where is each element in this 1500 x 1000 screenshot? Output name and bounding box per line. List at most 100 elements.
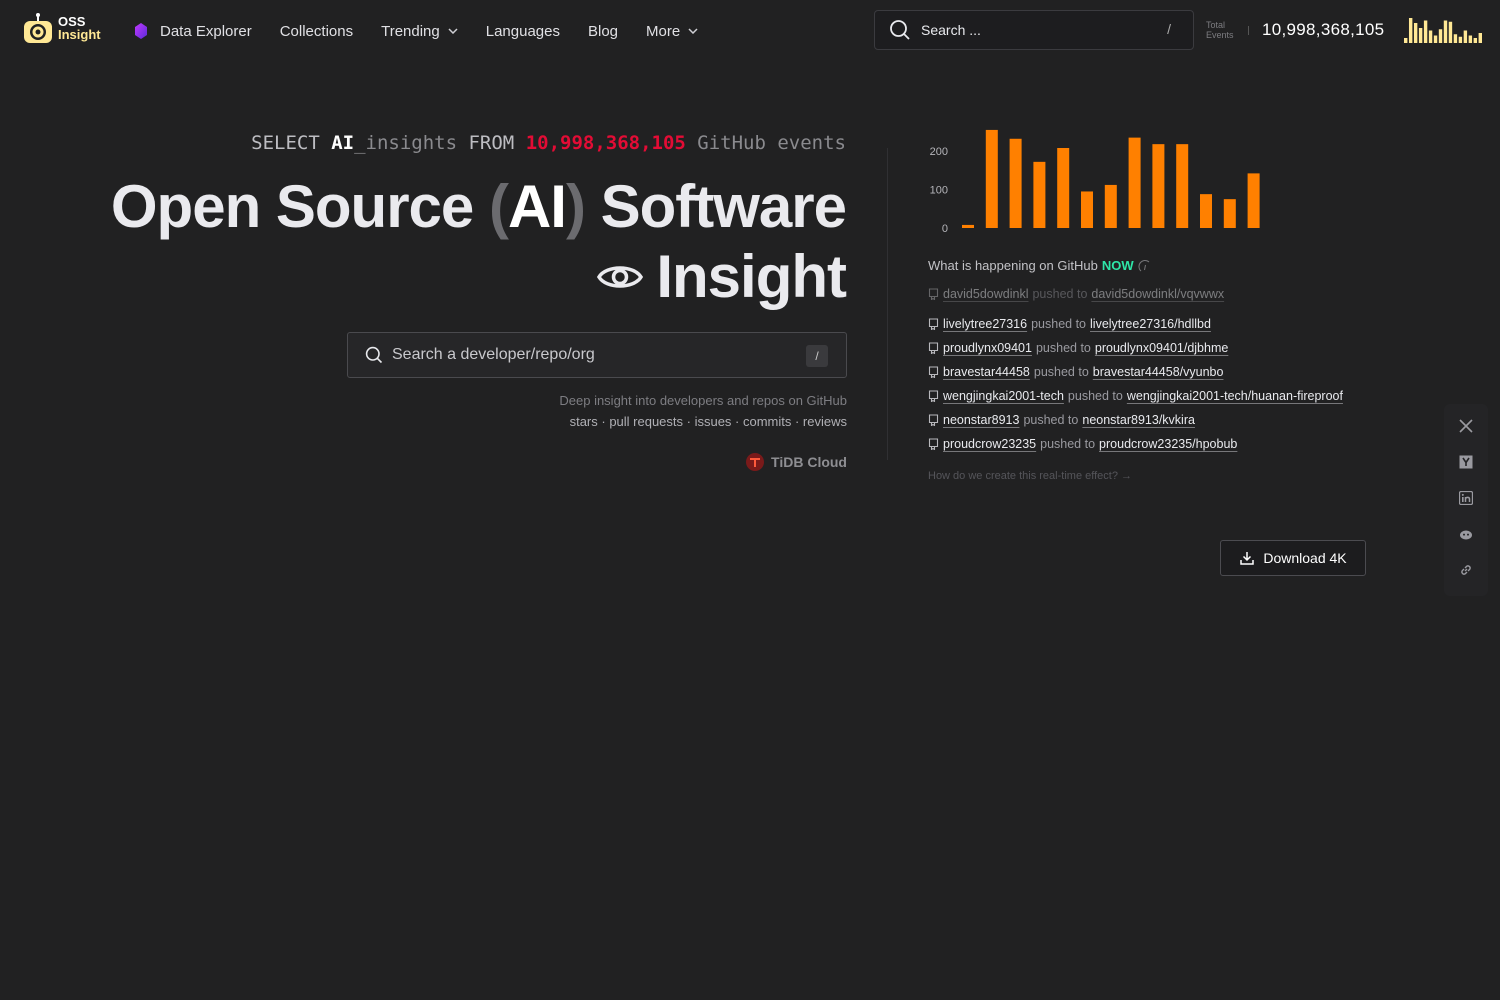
event-action: pushed to (1032, 287, 1088, 301)
nav-blog[interactable]: Blog (588, 20, 618, 42)
event-repo-link[interactable]: neonstar8913/kvkira (1082, 413, 1195, 427)
sql-event-count: 10,998,368,105 (525, 132, 686, 154)
sql-select: SELECT (251, 132, 332, 154)
sql-insights: _insights (354, 132, 458, 154)
mini-chart-bar (1413, 23, 1418, 43)
event-row: wengjingkai2001-tech pushed to wengjingkai… (928, 384, 1388, 408)
info-icon[interactable] (1138, 259, 1152, 273)
mini-chart-bar (1408, 18, 1413, 43)
nav-languages[interactable]: Languages (486, 20, 560, 42)
event-row: proudlynx09401 pushed to proudlynx09401/dj… (928, 336, 1388, 360)
event-user-link[interactable]: proudlynx09401 (943, 341, 1032, 355)
event-user-link[interactable]: david5dowdinkl (943, 287, 1028, 301)
event-action: pushed to (1067, 389, 1123, 403)
oss-insight-logo[interactable]: OSS Insight (22, 12, 101, 44)
event-action: pushed to (1040, 437, 1096, 451)
push-event-icon (928, 318, 939, 330)
logo-line2: Insight (58, 27, 101, 42)
copy-link-icon[interactable] (1458, 562, 1474, 578)
hero-divider (887, 148, 888, 460)
total-divider (1248, 26, 1249, 35)
event-repo-link[interactable]: bravestar44458/vyunbo (1093, 365, 1224, 379)
header-search-input[interactable]: Search ... / (874, 10, 1194, 50)
page-title: Open Source (AI) Software Insight (110, 172, 847, 312)
realtime-title: What is happening on GitHub NOW (928, 258, 1152, 273)
chart-bar (985, 129, 998, 228)
event-row: neonstar8913 pushed to neonstar8913/kvkira (928, 408, 1388, 432)
hacker-news-icon[interactable] (1458, 454, 1474, 470)
chart-bar (1128, 137, 1141, 228)
sql-tagline: SELECT AI_insights FROM 10,998,368,105 G… (251, 132, 846, 154)
event-repo-link[interactable]: proudlynx09401/djbhme (1095, 341, 1228, 355)
download-4k-label: Download 4K (1263, 550, 1347, 566)
main-search-shortcut: / (806, 345, 828, 367)
event-row: bravestar44458 pushed to bravestar44458/vy… (928, 360, 1388, 384)
mini-chart-bar (1458, 36, 1463, 43)
event-repo-link[interactable]: proudcrow23235/hpobub (1099, 437, 1237, 451)
tidb-cloud-badge[interactable]: TiDB Cloud (745, 452, 847, 472)
search-icon (365, 346, 383, 364)
push-event-icon (928, 366, 939, 378)
nav-data-explorer[interactable]: Data Explorer (132, 20, 252, 42)
event-repo-link[interactable]: david5dowdinkl/vqvwwx (1091, 287, 1224, 301)
reddit-icon[interactable] (1458, 526, 1474, 542)
mini-chart-bar (1438, 29, 1443, 43)
nav-collections[interactable]: Collections (280, 20, 353, 42)
total-label-line2: Events (1206, 30, 1234, 40)
linkedin-icon[interactable] (1458, 490, 1474, 506)
header-search-shortcut: / (1167, 21, 1171, 37)
nav-more-label: More (646, 22, 681, 40)
realtime-events-chart: 200 100 0 (930, 129, 1260, 235)
event-repo-link[interactable]: livelytree27316/hdllbd (1090, 317, 1211, 331)
chevron-down-icon (688, 28, 698, 34)
mini-chart-bar (1428, 30, 1433, 43)
mini-chart-bar (1433, 35, 1438, 43)
nav-trending-label: Trending (381, 22, 440, 40)
event-user-link[interactable]: bravestar44458 (943, 365, 1030, 379)
share-sidebar (1444, 404, 1488, 596)
sql-from: FROM (457, 132, 526, 154)
header-search-placeholder: Search ... (921, 22, 981, 38)
logo-robot-icon (24, 13, 52, 43)
push-event-icon (928, 342, 939, 354)
total-events-mini-chart (1404, 18, 1482, 43)
total-label-line1: Total (1206, 20, 1226, 30)
nav-trending[interactable]: Trending (381, 20, 458, 42)
event-user-link[interactable]: wengjingkai2001-tech (943, 389, 1064, 403)
event-row: livelytree27316 pushed to livelytree27316/… (928, 312, 1388, 336)
hero-description: Deep insight into developers and repos o… (559, 393, 847, 408)
download-icon (1240, 552, 1255, 565)
eye-icon (597, 266, 644, 288)
title-close-paren: ) (565, 173, 586, 240)
realtime-event-list: david5dowdinkl pushed to david5dowdinkl/vq… (928, 282, 1388, 456)
mini-chart-bar (1448, 21, 1453, 43)
mini-chart-bar (1418, 28, 1423, 43)
realtime-howto-link[interactable]: How do we create this real-time effect? … (928, 470, 1132, 482)
event-user-link[interactable]: neonstar8913 (943, 413, 1019, 427)
chart-bar (962, 224, 974, 228)
event-repo-link[interactable]: wengjingkai2001-tech/huanan-fireproof (1127, 389, 1343, 403)
mini-chart-bar (1404, 38, 1408, 43)
sql-ai: AI (331, 132, 355, 154)
nav-more[interactable]: More (646, 20, 698, 42)
event-user-link[interactable]: livelytree27316 (943, 317, 1027, 331)
push-event-icon (928, 438, 939, 450)
event-action: pushed to (1035, 341, 1091, 355)
chart-bar (1152, 144, 1165, 228)
sql-tail: GitHub events (685, 132, 846, 154)
download-4k-button[interactable]: Download 4K (1220, 540, 1366, 576)
chevron-down-icon (448, 28, 458, 34)
nav-data-explorer-label: Data Explorer (160, 22, 252, 40)
top-navbar: OSS Insight Data Explorer Collections Tr… (0, 0, 1500, 62)
chart-bar (1009, 138, 1022, 228)
chart-y-tick: 0 (942, 223, 948, 235)
nav-collections-label: Collections (279, 22, 354, 40)
event-row: david5dowdinkl pushed to david5dowdinkl/vq… (928, 282, 1388, 306)
x-twitter-icon[interactable] (1458, 418, 1474, 434)
chart-y-tick: 200 (930, 146, 948, 158)
title-open-paren: ( (488, 173, 509, 240)
title-open-source: Open Source (110, 173, 489, 240)
tidb-logo-icon (746, 453, 765, 471)
event-user-link[interactable]: proudcrow23235 (943, 437, 1036, 451)
main-search-input[interactable]: Search a developer/repo/org / (347, 332, 847, 378)
